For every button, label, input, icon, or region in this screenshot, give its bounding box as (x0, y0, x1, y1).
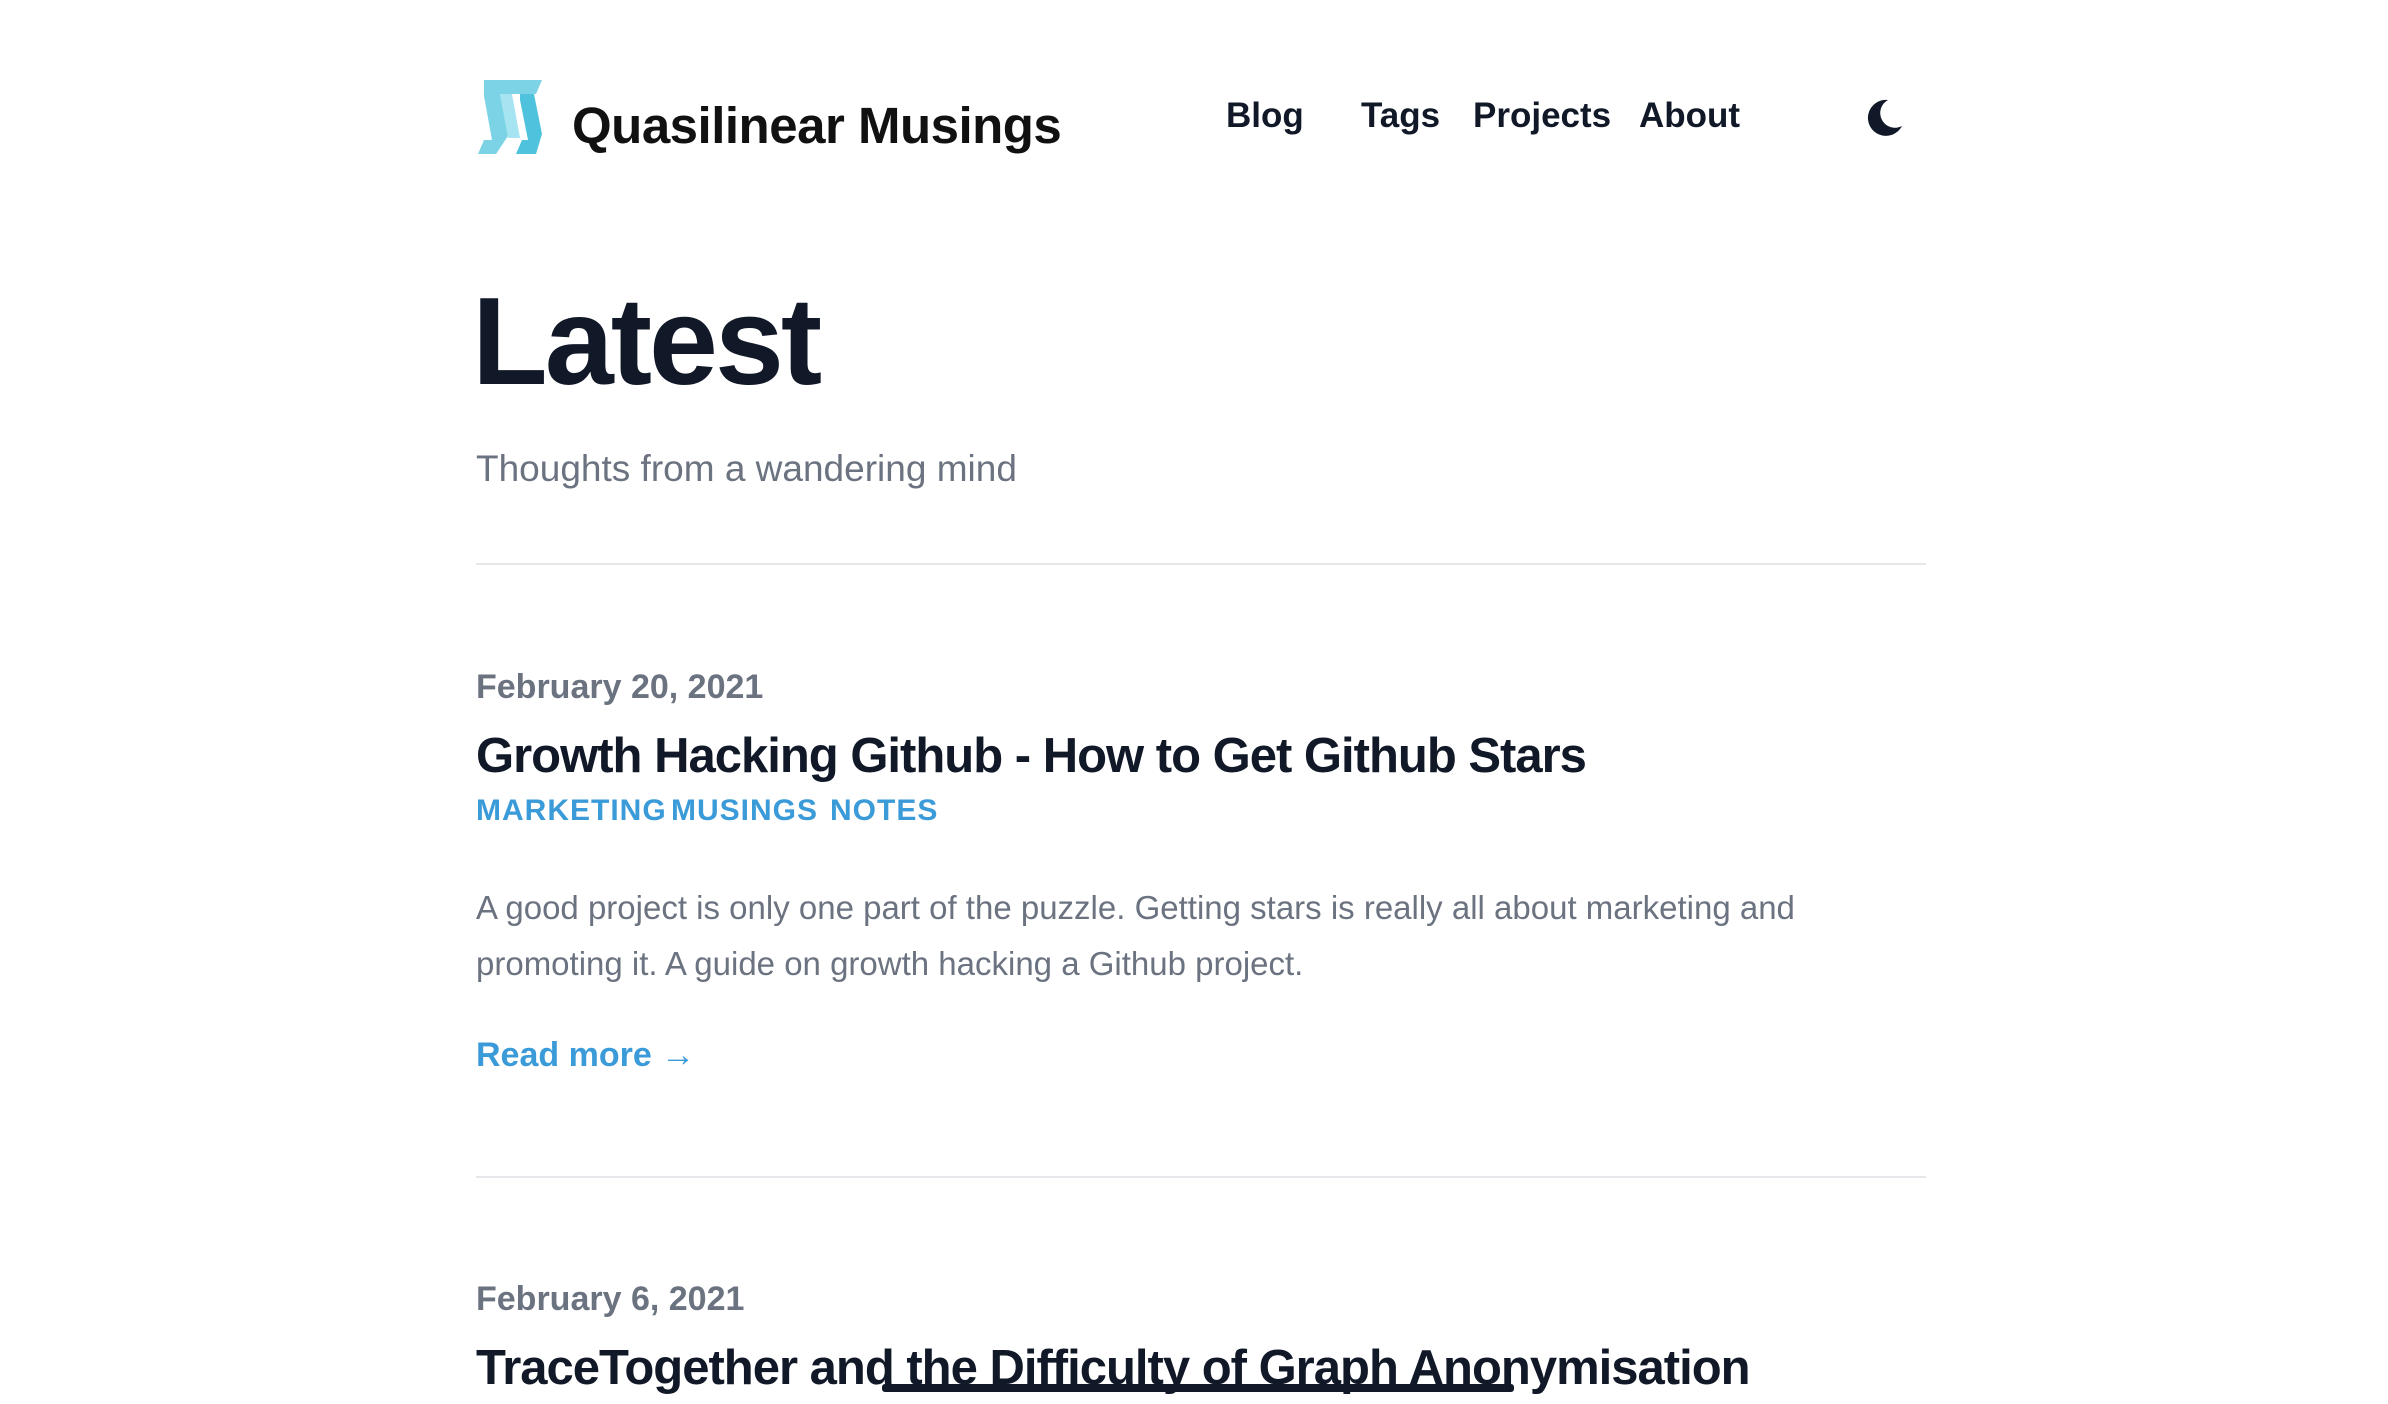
post-date: February 6, 2021 (476, 1280, 745, 1318)
post-title-link[interactable]: Growth Hacking Github - How to Get Githu… (476, 728, 1587, 784)
nav-projects[interactable]: Projects (1473, 96, 1611, 136)
tag-notes[interactable]: NOTES (830, 794, 938, 828)
theme-toggle-button[interactable] (1862, 96, 1906, 140)
post-date: February 20, 2021 (476, 668, 764, 706)
tag-musings[interactable]: MUSINGS (671, 794, 818, 828)
post-summary: A good project is only one part of the p… (476, 889, 1795, 982)
moon-icon (1867, 99, 1902, 136)
nav-tags[interactable]: Tags (1361, 96, 1440, 136)
logo-icon (478, 80, 542, 154)
tag-marketing[interactable]: MARKETING (476, 794, 667, 828)
site-title[interactable]: Quasilinear Musings (572, 96, 1062, 155)
page-title: Latest (472, 273, 822, 411)
divider (476, 563, 1926, 565)
site-logo[interactable] (476, 78, 544, 156)
divider (476, 1176, 1926, 1178)
nav-blog[interactable]: Blog (1226, 96, 1304, 136)
page-subtitle: Thoughts from a wandering mind (476, 448, 1017, 489)
nav-about[interactable]: About (1639, 96, 1740, 136)
site-header: Quasilinear Musings Blog Tags Projects A… (476, 78, 1926, 158)
read-more-link[interactable]: Read more → (476, 1036, 695, 1075)
link-hover-underline (882, 1384, 1514, 1392)
